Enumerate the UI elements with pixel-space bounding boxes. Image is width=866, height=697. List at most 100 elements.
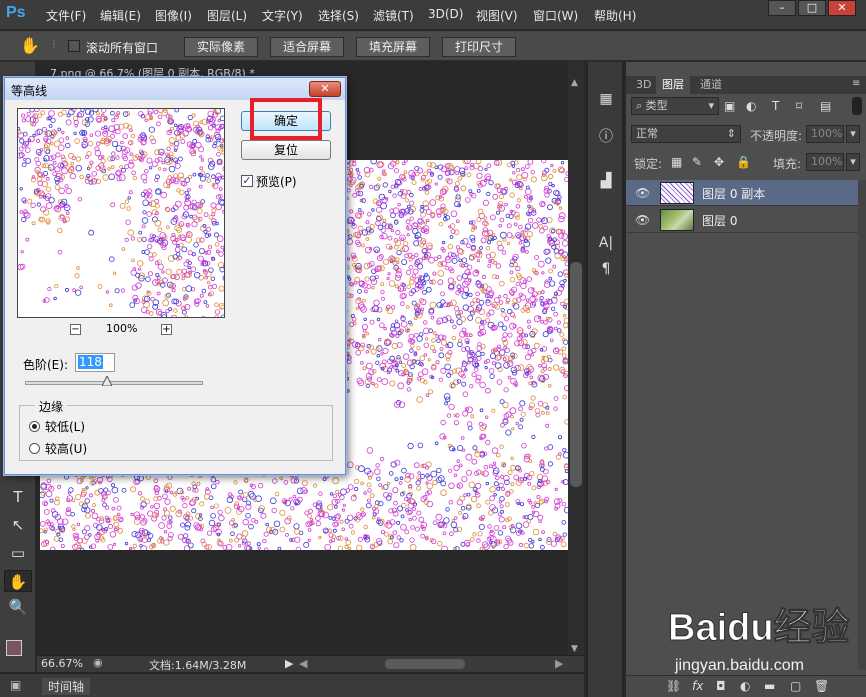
menu-layer[interactable]: 图层(L) (207, 7, 247, 24)
preview-checkbox[interactable]: ✓ (241, 175, 253, 187)
actual-pixels-button[interactable]: 实际像素 (184, 37, 258, 57)
edge-upper-radio[interactable] (29, 443, 40, 454)
paragraph-panel-icon[interactable]: ¶ (594, 258, 618, 280)
watermark-url: jingyan.baidu.com (675, 657, 804, 674)
fill-screen-button[interactable]: 填充屏幕 (356, 37, 430, 57)
path-select-tool-icon[interactable]: ↖ (4, 514, 32, 536)
visibility-eye-icon[interactable]: 👁 (635, 213, 650, 227)
filter-adjustment-icon[interactable]: ◐ (746, 99, 756, 113)
menu-3d[interactable]: 3D(D) (428, 7, 463, 21)
visibility-eye-icon[interactable]: 👁 (635, 186, 650, 200)
character-panel-icon[interactable]: A| (594, 232, 618, 254)
menu-type[interactable]: 文字(Y) (262, 7, 303, 24)
menu-view[interactable]: 视图(V) (476, 7, 518, 24)
zoom-tool-icon[interactable]: 🔍 (4, 596, 32, 618)
adjustment-icon[interactable]: ◐ (740, 679, 750, 693)
panel-menu-icon[interactable]: ≡ (852, 78, 860, 89)
edge-lower-radio[interactable] (29, 421, 40, 432)
filter-smart-object-icon[interactable]: ▤ (820, 99, 831, 113)
group-icon[interactable]: ▬ (764, 679, 775, 693)
tab-layers[interactable]: 图层 (656, 76, 690, 94)
opacity-dropdown-icon[interactable]: ▾ (846, 125, 860, 143)
level-input[interactable]: 118 (75, 353, 115, 372)
tab-channels[interactable]: 通道 (694, 76, 728, 94)
zoom-in-button[interactable]: + (161, 324, 172, 335)
menu-file[interactable]: 文件(F) (46, 7, 86, 24)
menu-help[interactable]: 帮助(H) (594, 7, 636, 24)
rectangle-tool-icon[interactable]: ▭ (4, 542, 32, 564)
scroll-all-checkbox[interactable] (68, 40, 80, 52)
lock-all-icon[interactable]: 🔒 (736, 155, 751, 169)
fill-dropdown-icon[interactable]: ▾ (846, 153, 860, 171)
filter-type-icon[interactable]: T (772, 99, 779, 113)
lock-brush-icon[interactable]: ✎ (692, 155, 702, 169)
menu-edit[interactable]: 编辑(E) (100, 7, 141, 24)
filter-shape-icon[interactable]: ⌑ (796, 99, 802, 113)
tab-3d[interactable]: 3D (630, 76, 657, 94)
dialog-close-button[interactable]: ✕ (309, 81, 341, 97)
minimize-button[interactable]: – (768, 0, 796, 16)
scroll-down-icon[interactable]: ▼ (571, 644, 578, 654)
trash-icon[interactable]: 🗑 (814, 679, 829, 693)
scroll-all-label: 滚动所有窗口 (86, 41, 159, 55)
type-tool-icon[interactable]: T (4, 486, 32, 508)
lock-move-icon[interactable]: ✥ (714, 155, 724, 169)
fit-screen-button[interactable]: 适合屏幕 (270, 37, 344, 57)
reset-button[interactable]: 复位 (241, 140, 331, 160)
blend-mode-value: 正常 (636, 127, 658, 140)
preview-image (18, 109, 224, 317)
link-icon[interactable]: ⛓ (666, 679, 681, 693)
print-size-button[interactable]: 打印尺寸 (442, 37, 516, 57)
status-info-icon[interactable]: ◉ (93, 656, 103, 669)
close-window-button[interactable]: ✕ (828, 0, 856, 16)
level-slider-track[interactable] (25, 381, 203, 385)
foreground-color-swatch[interactable] (6, 640, 22, 656)
hand-tool-active-icon[interactable]: ✋ (4, 570, 32, 592)
lock-label: 锁定: (634, 157, 663, 171)
filter-pixel-icon[interactable]: ▣ (724, 99, 735, 113)
zoom-out-button[interactable]: − (70, 324, 81, 335)
info-panel-icon[interactable]: ⓘ (594, 126, 618, 148)
level-value: 118 (78, 355, 103, 369)
lock-transparent-icon[interactable]: ▦ (671, 155, 682, 169)
timeline-tab[interactable]: 时间轴 (42, 678, 91, 695)
horizontal-scroll-thumb[interactable] (385, 659, 465, 669)
new-layer-icon[interactable]: ▢ (790, 679, 801, 693)
menu-select[interactable]: 选择(S) (318, 7, 359, 24)
layer-filter-select[interactable]: ⌕ 类型 ▾ (631, 97, 719, 115)
menu-image[interactable]: 图像(I) (155, 7, 192, 24)
fill-input[interactable]: 100% (806, 153, 844, 171)
preview-label: 预览(P) (256, 175, 297, 189)
fx-icon[interactable]: fx (692, 679, 703, 693)
zoom-level-readout[interactable]: 66.67% (41, 657, 83, 670)
hand-tool-icon[interactable]: ✋ (20, 36, 40, 55)
hscroll-left-icon[interactable]: ◀ (299, 657, 307, 670)
opacity-input[interactable]: 100% (806, 125, 844, 143)
status-menu-arrow-icon[interactable]: ▶ (285, 657, 293, 670)
vertical-scroll-thumb[interactable] (570, 262, 582, 487)
baidu-watermark: Baidu经验 (668, 607, 850, 650)
layers-scrollbar[interactable] (858, 180, 866, 670)
layer-row-base[interactable]: 👁 图层 0 (626, 207, 858, 233)
filter-preview[interactable] (17, 108, 225, 318)
layer-name: 图层 0 副本 (702, 187, 766, 201)
chevron-updown-icon: ⇕ (726, 127, 736, 140)
dialog-titlebar[interactable]: 等高线 ✕ (5, 78, 345, 100)
chevron-down-icon: ▾ (708, 99, 714, 112)
filter-toggle[interactable] (852, 97, 862, 115)
level-slider-thumb[interactable] (102, 376, 113, 386)
menu-window[interactable]: 窗口(W) (533, 7, 578, 24)
layer-row-copy[interactable]: 👁 图层 0 副本 (626, 180, 858, 206)
hscroll-right-icon[interactable]: ▶ (555, 657, 563, 670)
menu-filter[interactable]: 滤镜(T) (373, 7, 414, 24)
histogram-icon[interactable]: ▦ (594, 88, 618, 110)
photoshop-logo: Ps (6, 4, 26, 21)
mask-icon[interactable]: ◘ (716, 679, 726, 693)
menu-bar: Ps 文件(F) 编辑(E) 图像(I) 图层(L) 文字(Y) 选择(S) 滤… (0, 0, 866, 30)
blend-mode-select[interactable]: 正常 ⇕ (631, 125, 741, 143)
dialog-title: 等高线 (11, 84, 48, 98)
scroll-up-icon[interactable]: ▲ (571, 78, 578, 88)
layer-thumbnail (660, 209, 694, 231)
maximize-button[interactable]: □ (798, 0, 826, 16)
layers-panel-tabs: 3D 图层 通道 ≡ (626, 76, 866, 94)
